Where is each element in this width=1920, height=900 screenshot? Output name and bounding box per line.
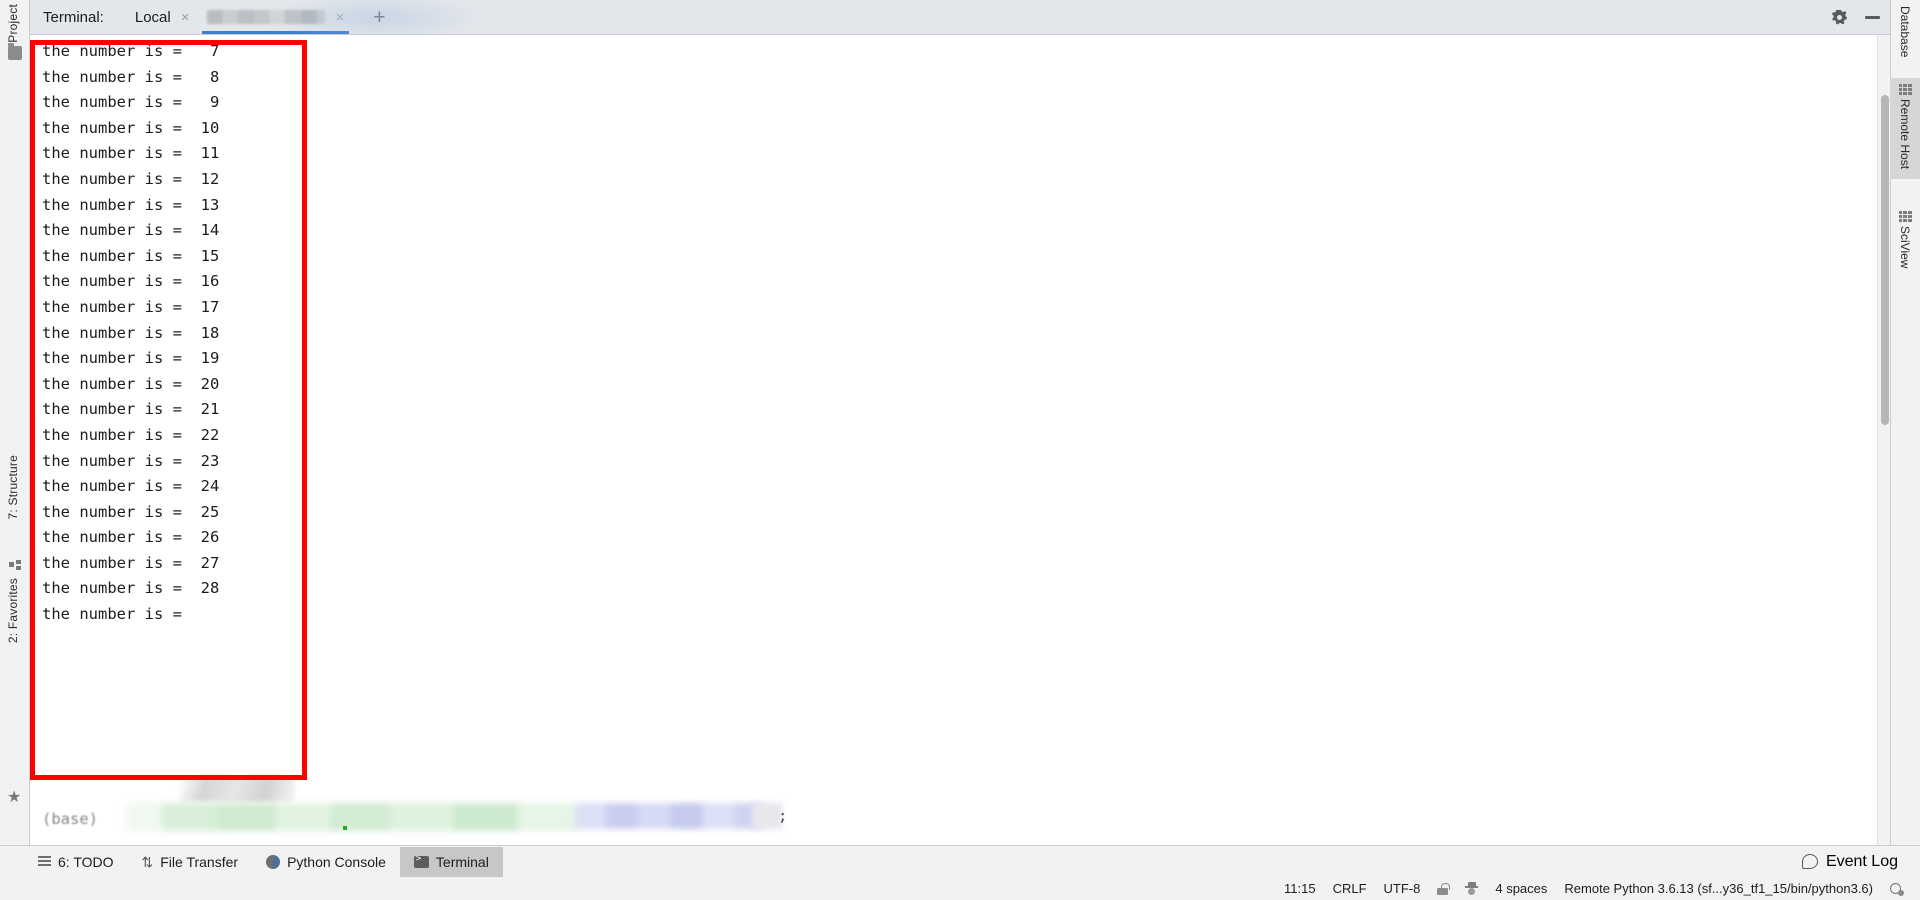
pycharm-ide-window: 1: Project 7: Structure 2: Favorites ★ D… [0, 0, 1920, 900]
sidebar-item-favorites[interactable]: 2: Favorites [6, 578, 20, 643]
redacted-tab-label [207, 10, 326, 24]
terminal-icon [413, 854, 429, 868]
terminal-tab-local[interactable]: Local × [126, 0, 199, 34]
scrollbar-thumb[interactable] [1881, 95, 1889, 425]
python-icon [266, 854, 281, 869]
terminal-output-text: the number is = 7 the number is = 8 the … [42, 42, 220, 624]
terminal-prompt: (base) [42, 805, 98, 833]
event-log-label: Event Log [1825, 852, 1898, 870]
sidebar-item-database-label: Database [1898, 6, 1912, 58]
unlocked-padlock-icon[interactable] [1437, 882, 1451, 895]
terminal-prompt-prefix: (base) [42, 810, 98, 828]
tool-window-todo[interactable]: 6: TODO [24, 847, 128, 877]
terminal-title: Terminal: [43, 8, 104, 26]
bubble-icon [1801, 854, 1818, 869]
tool-window-python-console-label: Python Console [287, 853, 386, 870]
status-indent[interactable]: 4 spaces [1495, 881, 1547, 896]
remote-host-icon [1898, 84, 1912, 95]
transfer-arrows-icon: ⇅ [141, 853, 154, 870]
ide-mascot-icon[interactable] [1890, 882, 1904, 896]
tool-window-file-transfer[interactable]: ⇅ File Transfer [128, 847, 253, 877]
folder-icon[interactable] [8, 43, 22, 60]
hidden-user-icon[interactable] [1465, 882, 1479, 895]
close-icon[interactable]: × [181, 10, 190, 25]
tool-window-terminal[interactable]: Terminal [399, 846, 503, 877]
terminal-header: Terminal: Local × × + [30, 0, 1890, 40]
terminal-prompt-tail: ; [778, 807, 788, 825]
status-line-separator[interactable]: CRLF [1333, 881, 1367, 896]
terminal-tab-redacted[interactable]: × [198, 0, 353, 34]
cursor-dot [343, 826, 347, 830]
minimize-icon[interactable] [1865, 15, 1880, 19]
status-bar: 11:15 CRLF UTF-8 4 spaces Remote Python … [0, 877, 1920, 900]
event-log-button[interactable]: Event Log [1801, 852, 1898, 871]
status-encoding[interactable]: UTF-8 [1384, 881, 1421, 896]
sidebar-item-remote-host-label: Remote Host [1898, 99, 1912, 170]
tool-window-file-transfer-label: File Transfer [160, 853, 239, 870]
star-icon[interactable]: ★ [7, 790, 21, 806]
sidebar-item-sciview[interactable]: SciView [1890, 205, 1920, 270]
sidebar-item-remote-host[interactable]: Remote Host [1890, 78, 1920, 180]
left-tool-rail: 1: Project 7: Structure 2: Favorites ★ [0, 0, 30, 845]
terminal-tool-window: Terminal: Local × × + the number is = 7 … [30, 0, 1890, 846]
status-interpreter[interactable]: Remote Python 3.6.13 (sf...y36_tf1_15/bi… [1564, 881, 1873, 896]
tool-window-terminal-label: Terminal [435, 853, 489, 870]
bottom-tool-window-bar: 6: TODO ⇅ File Transfer Python Console T… [0, 845, 1920, 877]
terminal-scrollbar[interactable] [1877, 35, 1890, 846]
tool-window-todo-label: 6: TODO [58, 853, 114, 870]
structure-icon[interactable] [9, 560, 21, 572]
list-icon [38, 856, 51, 867]
blur-overlay [126, 803, 581, 831]
sidebar-item-structure[interactable]: 7: Structure [6, 455, 20, 519]
sidebar-item-sciview-label: SciView [1898, 226, 1912, 269]
sidebar-item-database[interactable]: Database [1890, 4, 1920, 59]
status-caret-position[interactable]: 11:15 [1284, 881, 1316, 896]
terminal-tab-local-label: Local [134, 8, 171, 26]
blur-overlay [575, 803, 765, 829]
right-tool-rail: Database Remote Host SciView [1890, 0, 1920, 845]
close-icon[interactable]: × [335, 10, 344, 25]
terminal-header-actions [1832, 0, 1880, 34]
add-terminal-tab-button[interactable]: + [367, 7, 391, 28]
sciview-icon [1898, 211, 1912, 222]
tool-window-python-console[interactable]: Python Console [252, 847, 400, 877]
terminal-output-area[interactable]: the number is = 7 the number is = 8 the … [30, 35, 1890, 846]
blur-overlay [180, 776, 295, 802]
gear-icon[interactable] [1832, 10, 1847, 25]
